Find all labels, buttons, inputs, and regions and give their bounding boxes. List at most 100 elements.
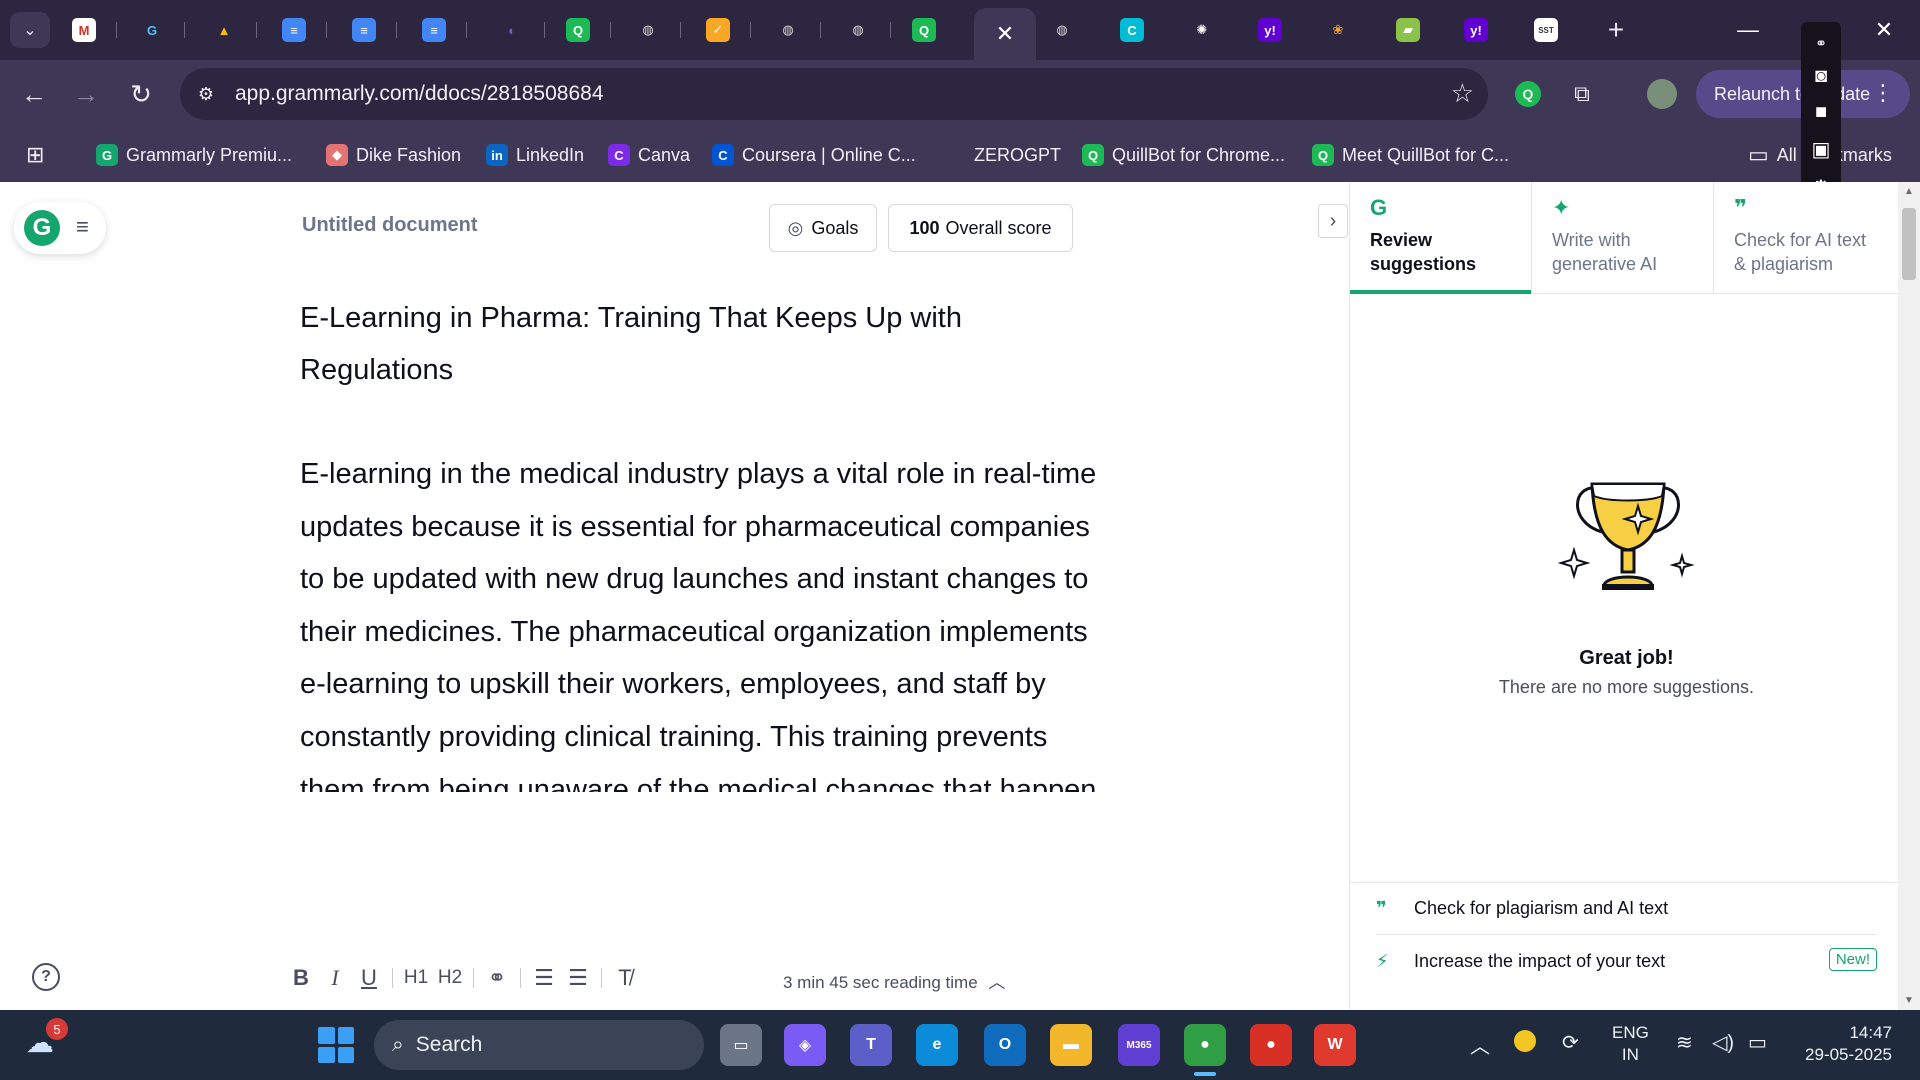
tab-right-4[interactable]: ❀ [1312,12,1364,48]
increase-impact-link[interactable]: ⚡ Increase the impact of your text New! [1376,935,1877,987]
teams-icon[interactable]: T [850,1024,892,1066]
tab-right-2[interactable]: ✺ [1176,12,1228,48]
task-view-icon[interactable]: ▭ [720,1024,762,1066]
tab-ai-plagiarism[interactable]: ❞ Check for AI text & plagiarism [1714,182,1896,294]
tab-10[interactable]: ◍ [762,12,814,48]
page-scrollbar[interactable]: ▲ ▼ [1898,182,1920,1010]
camera-icon[interactable]: ◙ [1815,65,1827,88]
overall-score-button[interactable]: 100 Overall score [888,204,1073,252]
tab-right-7[interactable]: SST [1520,12,1572,48]
tab-2[interactable]: ▲ [198,12,250,48]
site-info-icon[interactable]: ⚙ [194,82,218,106]
tab-8[interactable]: ◍ [622,12,674,48]
file-explorer-icon[interactable]: ▬ [1050,1024,1092,1066]
edge-icon[interactable]: e [916,1024,958,1066]
tab-right-3[interactable]: y! [1244,12,1296,48]
tab-active[interactable]: ✕ [974,8,1036,60]
document-title[interactable]: Untitled document [302,214,478,237]
input-language[interactable]: ENG IN [1612,1022,1649,1066]
bookmark-item[interactable]: ZEROGPT [944,140,1061,170]
video-camera-icon[interactable]: ■ [1815,101,1827,124]
outlook-icon[interactable]: O [984,1024,1026,1066]
check-plagiarism-link[interactable]: ❞ Check for plagiarism and AI text [1376,883,1877,935]
link-icon[interactable]: ⚭ [480,965,514,991]
bookmark-item[interactable]: ◆ Dike Fashion [326,140,461,170]
bookmark-item[interactable]: C Coursera | Online C... [712,140,916,170]
grammarly-menu-button[interactable]: G ≡ [14,202,106,254]
url-text[interactable]: app.grammarly.com/ddocs/2818508684 [235,82,604,106]
reading-time-toggle[interactable]: 3 min 45 sec reading time ︿ [783,968,1005,993]
scroll-down-arrow-icon[interactable]: ▼ [1904,995,1914,1006]
scrollbar-thumb[interactable] [1902,208,1916,280]
tab-3[interactable]: ≡ [268,12,320,48]
collapse-panel-chevron-icon[interactable]: › [1318,204,1348,238]
minimize-window-button[interactable]: — [1716,10,1780,50]
close-window-button[interactable]: ✕ [1852,10,1916,50]
extensions-puzzle-icon[interactable]: ⧉ [1564,76,1600,112]
back-button[interactable]: ← [14,74,54,114]
bookmark-item[interactable]: G Grammarly Premiu... [96,140,292,170]
tab-review-suggestions[interactable]: G Review suggestions [1350,182,1532,294]
tab-right-6[interactable]: y! [1450,12,1502,48]
clear-format-icon[interactable]: T̸ [608,965,642,991]
clock[interactable]: 14:47 29-05-2025 [1796,1022,1892,1066]
tab-5[interactable]: ≡ [408,12,460,48]
app-tray-icon[interactable] [1514,1030,1536,1058]
tab-generative-ai[interactable]: ✦ Write with generative AI [1532,182,1714,294]
apps-grid-icon[interactable]: ⊞ [26,140,44,170]
wifi-icon[interactable]: ≋ [1676,1030,1693,1055]
goals-button[interactable]: ◎ Goals [769,204,877,252]
tab-4[interactable]: ≡ [338,12,390,48]
show-hidden-icons-chevron-icon[interactable]: ︿ [1470,1030,1490,1059]
quillbot-extension-icon[interactable]: Q [1510,76,1546,112]
start-button[interactable] [318,1027,354,1063]
weather-widget[interactable]: ☁ 5 [26,1018,70,1062]
tab-right-1[interactable]: C [1106,12,1158,48]
scroll-up-arrow-icon[interactable]: ▲ [1904,186,1914,197]
underline-button[interactable]: U [352,965,386,991]
tab-right-0[interactable]: ◍ [1036,12,1088,48]
bookmark-item[interactable]: in LinkedIn [486,140,584,170]
tab-6[interactable]: ◐ [486,12,538,48]
chrome-icon[interactable]: ● [1250,1024,1292,1066]
tab-7[interactable]: Q [552,12,604,48]
sync-icon[interactable]: ⟳ [1562,1030,1579,1055]
bookmark-item[interactable]: Q QuillBot for Chrome... [1082,140,1285,170]
wps-icon[interactable]: W [1314,1024,1356,1066]
document-heading[interactable]: E-Learning in Pharma: Training That Keep… [300,292,1100,396]
italic-button[interactable]: I [318,965,352,991]
heading2-button[interactable]: H2 [433,967,467,989]
close-tab-icon[interactable]: ✕ [996,21,1014,47]
tab-12[interactable]: Q [898,12,950,48]
m365-icon[interactable]: M365 [1118,1024,1160,1066]
profile-avatar[interactable] [1644,76,1680,112]
tab-1[interactable]: G [126,12,178,48]
heading1-button[interactable]: H1 [399,967,433,989]
volume-icon[interactable]: ◁) [1712,1030,1734,1055]
link-icon[interactable]: ⚭ [1815,35,1827,52]
bold-button[interactable]: B [284,965,318,991]
new-tab-button[interactable]: + [1598,12,1634,48]
bulleted-list-icon[interactable]: ☰ [561,965,595,991]
tab-11[interactable]: ◍ [832,12,884,48]
tab-right-5[interactable]: ▰ [1382,12,1434,48]
bookmark-star-icon[interactable]: ☆ [1451,78,1474,109]
reload-button[interactable]: ↻ [121,74,161,114]
document-body[interactable]: E-learning in the medical industry plays… [300,448,1100,792]
bookmark-item[interactable]: C Canva [608,140,690,170]
chrome-icon[interactable]: ● [1184,1024,1226,1076]
bookmark-item[interactable]: Q Meet QuillBot for C... [1312,140,1509,170]
document-editor[interactable]: E-Learning in Pharma: Training That Keep… [300,292,1100,792]
help-icon[interactable]: ? [32,963,60,991]
tab-9[interactable]: ✓ [692,12,744,48]
tab-0[interactable]: M [58,12,110,48]
forward-button[interactable]: → [66,74,106,114]
copilot-icon[interactable]: ◈ [784,1024,826,1066]
more-menu-icon[interactable]: ⋮ [1872,80,1894,106]
tab-search-chevron-icon[interactable]: ⌄ [10,12,50,48]
address-bar[interactable]: ⚙ app.grammarly.com/ddocs/2818508684 ☆ [180,68,1488,120]
numbered-list-icon[interactable]: ☰ [527,965,561,991]
battery-icon[interactable]: ▭ [1748,1030,1767,1055]
taskbar-search[interactable]: ⌕ Search [374,1020,704,1070]
window-capture-icon[interactable]: ▣ [1812,137,1831,162]
